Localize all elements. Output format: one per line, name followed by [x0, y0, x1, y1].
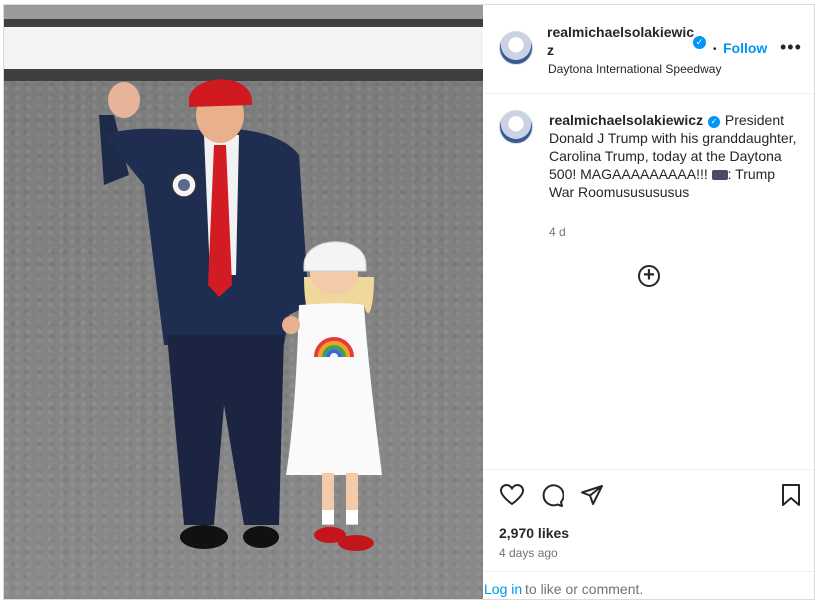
verified-badge-icon: ✓: [707, 116, 720, 128]
login-prompt-text: to like or comment.: [525, 581, 644, 597]
caption-text: realmichaelsolakiewicz ✓ President Donal…: [549, 111, 799, 201]
send-icon[interactable]: [580, 484, 604, 511]
man-figure: [99, 79, 309, 549]
caption-username[interactable]: realmichaelsolakiewicz: [549, 112, 703, 128]
post-photo[interactable]: [4, 5, 483, 599]
heart-icon[interactable]: [499, 483, 525, 511]
caption-section: realmichaelsolakiewicz ✓ President Donal…: [484, 94, 814, 470]
login-link[interactable]: Log in: [484, 581, 522, 597]
comment-icon[interactable]: [540, 484, 565, 513]
author-username[interactable]: realmichaelsolakiewic z: [547, 23, 697, 59]
bookmark-icon[interactable]: [781, 484, 801, 511]
camera-emoji-icon: [711, 170, 728, 180]
verified-badge-icon: ✓: [693, 36, 706, 49]
avatar[interactable]: [499, 31, 533, 65]
likes-count[interactable]: 2,970 likes: [499, 525, 569, 541]
post-date[interactable]: 4 days ago: [499, 546, 558, 560]
separator-dot: •: [713, 44, 717, 55]
caption-timestamp[interactable]: 4 d: [549, 225, 566, 239]
more-options-icon[interactable]: •••: [780, 37, 802, 58]
follow-button[interactable]: Follow: [723, 40, 767, 56]
location-link[interactable]: Daytona International Speedway: [548, 62, 721, 76]
photo-figures: [99, 79, 382, 551]
action-bar: 2,970 likes 4 days ago: [484, 470, 814, 570]
plus-circle-icon[interactable]: +: [638, 265, 660, 287]
caption-avatar[interactable]: [499, 110, 533, 144]
login-prompt: Log in to like or comment.: [484, 571, 814, 600]
post-header: realmichaelsolakiewic z ✓ • Follow ••• D…: [484, 5, 814, 94]
